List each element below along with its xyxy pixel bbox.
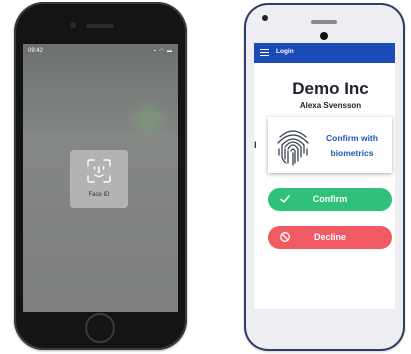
status-icons: ▪ ◠ ▬ (154, 48, 173, 54)
status-time: 09:42 (28, 48, 44, 54)
confirm-button[interactable]: Confirm (268, 188, 392, 211)
iphone-screen: 09:42 ▪ ◠ ▬ Face ID (23, 44, 178, 312)
biometrics-label-line1: Confirm with (326, 133, 378, 143)
earpiece-speaker (86, 24, 114, 28)
confirm-button-label: Confirm (312, 194, 348, 204)
android-screen: Login Demo Inc Alexa Svensson (254, 43, 395, 309)
face-id-icon (87, 159, 111, 183)
user-name: Alexa Svensson (299, 101, 362, 110)
decline-button[interactable]: Decline (268, 226, 392, 249)
menu-icon[interactable] (260, 49, 269, 57)
topbar-title: Login (276, 48, 294, 55)
app-topbar: Login (254, 43, 395, 63)
android-device: Login Demo Inc Alexa Svensson (244, 3, 405, 351)
company-name: Demo Inc (292, 79, 369, 98)
front-camera (70, 22, 76, 28)
earpiece-speaker (311, 20, 337, 24)
partially-hidden-text: I (254, 140, 257, 150)
face-id-label: Face ID (88, 192, 110, 198)
face-id-prompt[interactable]: Face ID (70, 150, 128, 208)
blurred-background-spot (133, 106, 163, 132)
biometrics-dialog[interactable]: Confirm with biometrics (268, 117, 392, 173)
decline-button-label: Decline (313, 232, 346, 242)
sensor (320, 32, 328, 40)
biometrics-label-line2: biometrics (330, 148, 374, 158)
home-button[interactable] (85, 313, 115, 343)
front-camera (262, 15, 268, 21)
iphone-device: 09:42 ▪ ◠ ▬ Face ID (14, 2, 187, 350)
biometrics-label: Confirm with biometrics (316, 131, 388, 161)
fingerprint-icon (277, 130, 309, 166)
